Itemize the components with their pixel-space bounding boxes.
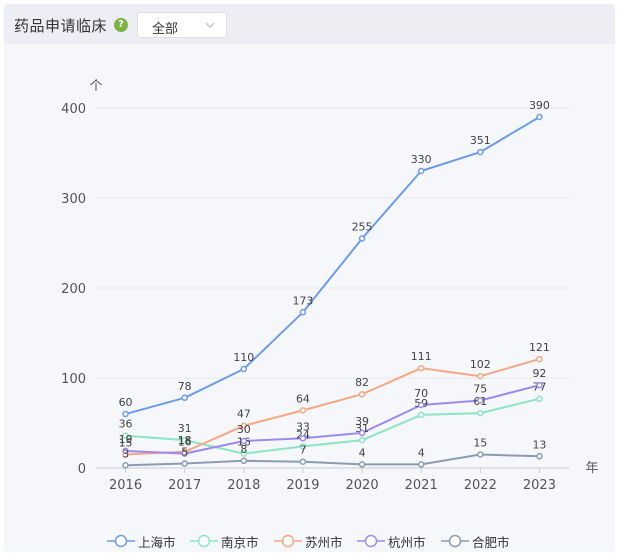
data-point (358, 461, 366, 468)
data-label: 92 (532, 367, 546, 380)
data-label: 110 (233, 351, 254, 364)
data-label: 78 (178, 380, 192, 393)
data-label: 4 (359, 446, 366, 459)
data-label: 60 (119, 396, 133, 409)
data-point (299, 435, 307, 442)
data-point (299, 407, 307, 414)
y-tick-label: 400 (61, 102, 86, 117)
data-label: 111 (411, 350, 432, 363)
legend-marker-icon (190, 534, 218, 548)
data-point (417, 401, 425, 409)
legend-marker-icon (441, 534, 469, 548)
data-label: 3 (122, 447, 129, 460)
data-label: 64 (296, 392, 310, 405)
x-tick-label: 2020 (346, 478, 379, 493)
data-point (477, 372, 484, 380)
data-label: 70 (414, 387, 428, 400)
data-label: 30 (237, 423, 251, 436)
data-point (122, 410, 129, 418)
data-point (240, 365, 248, 373)
x-tick-label: 2016 (109, 478, 142, 493)
x-tick-label: 2023 (523, 478, 556, 493)
data-label: 255 (352, 221, 373, 234)
data-point (358, 390, 366, 398)
data-label: 19 (119, 433, 133, 446)
data-label: 102 (470, 358, 491, 371)
x-tick-label: 2019 (286, 478, 319, 493)
y-tick-label: 300 (61, 192, 86, 207)
data-label: 47 (237, 408, 251, 421)
legend-label: 苏州市 (305, 535, 343, 550)
data-point (417, 364, 425, 372)
data-label: 390 (529, 99, 550, 112)
data-label: 5 (181, 446, 188, 459)
data-label: 7 (299, 444, 306, 457)
y-tick-label: 0 (78, 462, 86, 477)
line-chart: 0 100 200 300 400 2016 2017 2018 2019 2020 2021 202… (61, 79, 598, 493)
y-tick-label: 100 (61, 372, 86, 387)
data-point (181, 460, 188, 467)
legend-label: 上海市 (138, 535, 176, 550)
x-tick-label: 2017 (168, 478, 201, 493)
data-point (536, 381, 543, 389)
data-point (122, 462, 129, 469)
data-label: 82 (355, 376, 369, 389)
x-tick-label: 2021 (405, 478, 438, 493)
data-point (358, 429, 366, 437)
data-point (477, 397, 484, 404)
legend-marker-icon (357, 534, 385, 548)
data-point (536, 113, 543, 121)
data-label: 330 (411, 153, 432, 166)
data-label: 36 (119, 418, 133, 431)
data-point (358, 436, 366, 444)
data-point (181, 394, 188, 402)
data-point (358, 235, 366, 242)
data-point (477, 148, 484, 156)
legend-marker-icon (107, 534, 135, 548)
data-point (417, 461, 425, 468)
data-label: 173 (292, 294, 313, 307)
data-label: 75 (473, 383, 487, 396)
chart-card: 药品申请临床 ? 全部 0 100 200 300 400 2016 2017 2018 201… (4, 4, 615, 552)
data-point (417, 411, 425, 419)
x-unit-label: 年 (585, 461, 598, 476)
data-point (240, 457, 248, 465)
data-label: 8 (240, 443, 247, 456)
y-unit-label: 个 (89, 79, 102, 94)
data-label: 121 (529, 341, 550, 354)
data-label: 39 (355, 415, 369, 428)
x-tick-label: 2022 (464, 478, 497, 493)
legend-label: 杭州市 (388, 535, 426, 550)
data-point (477, 451, 484, 458)
data-point (536, 355, 543, 363)
data-point (477, 409, 484, 417)
data-point (299, 309, 307, 316)
legend-marker-icon (274, 534, 302, 548)
data-point (536, 453, 543, 460)
data-label: 15 (473, 437, 487, 450)
data-label: 351 (470, 134, 491, 147)
data-point (417, 167, 425, 175)
data-label: 13 (532, 438, 546, 451)
data-label: 4 (418, 446, 425, 459)
x-tick-label: 2018 (227, 478, 260, 493)
legend-label: 南京市 (221, 535, 259, 550)
data-point (299, 458, 307, 465)
data-point (536, 395, 543, 402)
y-tick-label: 200 (61, 282, 86, 297)
legend-label: 合肥市 (472, 535, 510, 550)
data-label: 33 (296, 420, 310, 433)
chart-legend: 上海市 南京市 苏州市 杭州市 合肥市 (4, 532, 615, 554)
